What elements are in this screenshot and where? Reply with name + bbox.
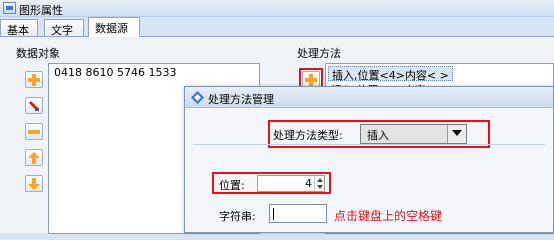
dialog-app-icon — [191, 91, 204, 104]
processing-methods-label: 处理方法 — [297, 47, 341, 60]
tab-text[interactable]: 文字 — [44, 19, 84, 37]
section-divider — [193, 144, 545, 145]
tab-basic[interactable]: 基本 — [0, 19, 38, 37]
window-title: 图形属性 — [19, 4, 63, 17]
edit-icon — [28, 100, 40, 112]
tab-datasource[interactable]: 数据源 — [88, 17, 140, 37]
edit-object-button[interactable] — [25, 97, 43, 114]
dialog-titlebar: 处理方法管理 — [185, 87, 553, 108]
list-item[interactable]: 插入,位置<4>内容< > — [328, 66, 453, 82]
minus-icon — [28, 130, 40, 134]
plus-icon — [28, 74, 40, 86]
move-up-button[interactable] — [25, 149, 43, 166]
arrow-down-icon — [28, 178, 40, 190]
position-highlight — [212, 172, 331, 194]
remove-object-button[interactable] — [25, 123, 43, 140]
move-down-button[interactable] — [25, 175, 43, 192]
add-object-button[interactable] — [25, 71, 43, 88]
string-label: 字符串: — [219, 210, 256, 223]
list-item[interactable]: 0418 8610 5746 1533 — [51, 66, 179, 81]
tab-bar: 基本 文字 数据源 — [0, 17, 554, 37]
string-input[interactable] — [269, 204, 327, 223]
text-cursor — [273, 208, 274, 220]
dialog-title: 处理方法管理 — [208, 93, 274, 106]
arrow-up-icon — [28, 152, 40, 164]
hint-text: 点击键盘上的空格键 — [334, 209, 443, 223]
window-titlebar: 图形属性 — [0, 0, 554, 17]
data-objects-label: 数据对象 — [16, 47, 60, 60]
processing-method-dialog: 处理方法管理 处理方法类型: 插入 位置: 4 字符串: 点击键盘上的空格键 — [184, 86, 554, 233]
app-icon — [3, 2, 16, 14]
